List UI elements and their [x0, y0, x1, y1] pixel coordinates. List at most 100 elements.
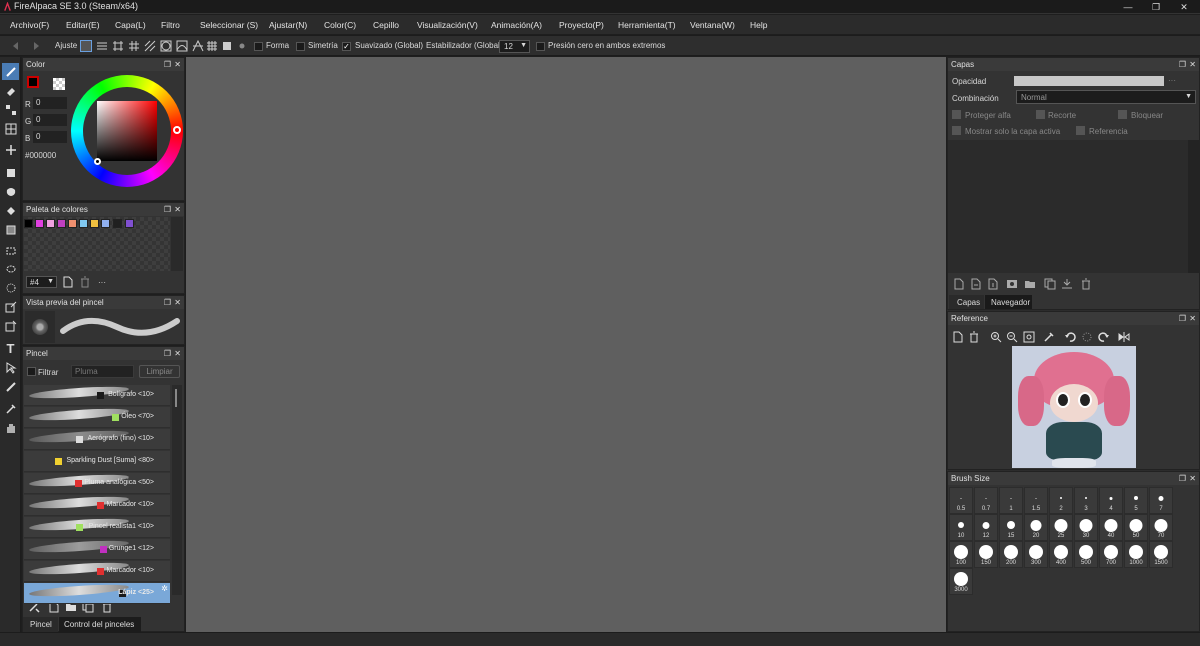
- brush-item[interactable]: Óleo <70>: [24, 406, 170, 428]
- brush-item[interactable]: Sparkling Dust [Suma] <80>: [24, 451, 170, 472]
- close-icon[interactable]: ✕: [174, 347, 181, 360]
- snap-parallel-icon[interactable]: [96, 40, 108, 52]
- brush-size-15[interactable]: 15: [999, 514, 1023, 541]
- eyedropper-icon[interactable]: [1043, 331, 1055, 343]
- undock-icon[interactable]: ❐: [164, 203, 171, 216]
- brush-tool-icon[interactable]: [2, 63, 19, 80]
- palette-swatch[interactable]: [79, 219, 88, 228]
- primary-color-swatch[interactable]: [27, 76, 39, 88]
- layer-list[interactable]: [948, 140, 1188, 273]
- menu-color[interactable]: Color(C): [324, 20, 356, 30]
- layer-list-scrollbar[interactable]: [1188, 140, 1200, 273]
- brush-item[interactable]: Aerógrafo (fino) <10>: [24, 428, 170, 450]
- maximize-button[interactable]: ❐: [1142, 0, 1170, 14]
- undock-icon[interactable]: ❐: [1179, 472, 1186, 485]
- brush-size-1500[interactable]: 1500: [1149, 541, 1173, 568]
- gradient-tool-icon[interactable]: [2, 221, 19, 238]
- r-input[interactable]: 0: [33, 97, 67, 109]
- tab-capas[interactable]: Capas: [949, 295, 984, 309]
- new-layer-icon[interactable]: [954, 278, 964, 290]
- brush-size-25[interactable]: 25: [1049, 514, 1073, 541]
- merge-down-icon[interactable]: [1061, 278, 1073, 290]
- brush-size-1000[interactable]: 1000: [1124, 541, 1148, 568]
- brush-size-3[interactable]: 3: [1074, 487, 1098, 514]
- brush-size-5[interactable]: 5: [1124, 487, 1148, 514]
- g-input[interactable]: 0: [33, 114, 67, 126]
- redo-icon[interactable]: [30, 40, 42, 52]
- snap-diagonal-icon[interactable]: [144, 40, 156, 52]
- palette-swatch[interactable]: [125, 219, 134, 228]
- snap-grid-icon[interactable]: [128, 40, 140, 52]
- menu-archivo[interactable]: Archivo(F): [10, 20, 49, 30]
- lock-checkbox[interactable]: [1118, 110, 1127, 119]
- suavizado-checkbox[interactable]: ✓: [342, 42, 351, 51]
- menu-ventana[interactable]: Ventana(W): [690, 20, 735, 30]
- snap-circle-icon[interactable]: [160, 40, 172, 52]
- menu-cepillo[interactable]: Cepillo: [373, 20, 399, 30]
- reference-checkbox[interactable]: [1076, 126, 1085, 135]
- undock-icon[interactable]: ❐: [164, 58, 171, 71]
- trash-icon[interactable]: [80, 276, 90, 288]
- brush-size-150[interactable]: 150: [974, 541, 998, 568]
- brush-item[interactable]: Bolígrafo <10>: [24, 384, 170, 406]
- move-tool-icon[interactable]: [2, 141, 19, 158]
- fit-view-icon[interactable]: [1023, 331, 1035, 343]
- brush-size-10[interactable]: 10: [949, 514, 973, 541]
- show-active-only-checkbox[interactable]: [952, 126, 961, 135]
- new-8bit-layer-icon[interactable]: [971, 278, 981, 290]
- palette-swatch[interactable]: [113, 219, 122, 228]
- tab-navegador[interactable]: Navegador: [985, 295, 1032, 309]
- filter-checkbox[interactable]: [27, 367, 36, 376]
- brush-size-1[interactable]: 1: [999, 487, 1023, 514]
- brush-size-200[interactable]: 200: [999, 541, 1023, 568]
- transform-tool-icon[interactable]: [2, 120, 19, 137]
- duplicate-layer-icon[interactable]: [1044, 278, 1056, 290]
- menu-editar[interactable]: Editar(E): [66, 20, 100, 30]
- brush-item[interactable]: Grunge1 <12>: [24, 538, 170, 560]
- snap-off-icon[interactable]: [80, 40, 92, 52]
- reset-rotation-icon[interactable]: [1081, 331, 1093, 343]
- brush-size-500[interactable]: 500: [1074, 541, 1098, 568]
- zoom-in-icon[interactable]: [990, 331, 1002, 343]
- select-tool-icon[interactable]: [2, 242, 19, 259]
- select-pen-tool-icon[interactable]: [2, 298, 19, 315]
- close-button[interactable]: ✕: [1170, 0, 1198, 14]
- brush-size-3000[interactable]: 3000: [949, 568, 973, 595]
- minimize-button[interactable]: —: [1114, 0, 1142, 14]
- brush-size-300[interactable]: 300: [1024, 541, 1048, 568]
- palette-swatch[interactable]: [90, 219, 99, 228]
- b-input[interactable]: 0: [33, 131, 67, 143]
- brush-size-7[interactable]: 7: [1149, 487, 1173, 514]
- canvas-area[interactable]: [186, 57, 946, 632]
- trash-icon[interactable]: [969, 331, 979, 343]
- brush-size-4[interactable]: 4: [1099, 487, 1123, 514]
- close-icon[interactable]: ✕: [174, 296, 181, 309]
- brush-size-400[interactable]: 400: [1049, 541, 1073, 568]
- bucket-tool-icon[interactable]: [2, 202, 19, 219]
- blend-mode-select[interactable]: Normal ▼: [1016, 90, 1196, 104]
- brush-item[interactable]: Pluma analógica <50>: [24, 472, 170, 494]
- brush-size-12[interactable]: 12: [974, 514, 998, 541]
- brush-item[interactable]: Marcador <10>: [24, 494, 170, 516]
- tab-control-pinceles[interactable]: Control del pinceles: [59, 617, 141, 632]
- reference-image[interactable]: [1012, 346, 1136, 468]
- undock-icon[interactable]: ❐: [164, 296, 171, 309]
- snap-dot-icon[interactable]: [236, 40, 248, 52]
- brush-item-selected[interactable]: Lápiz <25> ✲: [24, 582, 170, 604]
- rotate-left-icon[interactable]: [1064, 331, 1076, 343]
- rotate-right-icon[interactable]: [1098, 331, 1110, 343]
- select-eraser-tool-icon[interactable]: [2, 317, 19, 334]
- transparent-color-swatch[interactable]: [53, 78, 65, 90]
- close-icon[interactable]: ✕: [1189, 312, 1196, 325]
- brush-size-100[interactable]: 100: [949, 541, 973, 568]
- opacity-slider[interactable]: [1014, 76, 1164, 86]
- menu-seleccionar[interactable]: Seleccionar (S): [200, 20, 258, 30]
- menu-proyecto[interactable]: Proyecto(P): [559, 20, 604, 30]
- brush-size-30[interactable]: 30: [1074, 514, 1098, 541]
- close-icon[interactable]: ✕: [174, 58, 181, 71]
- palette-swatch[interactable]: [101, 219, 110, 228]
- protect-alpha-checkbox[interactable]: [952, 110, 961, 119]
- saturation-value-square[interactable]: [97, 101, 157, 161]
- gear-icon[interactable]: ✲: [161, 584, 168, 593]
- hue-handle[interactable]: [173, 126, 181, 134]
